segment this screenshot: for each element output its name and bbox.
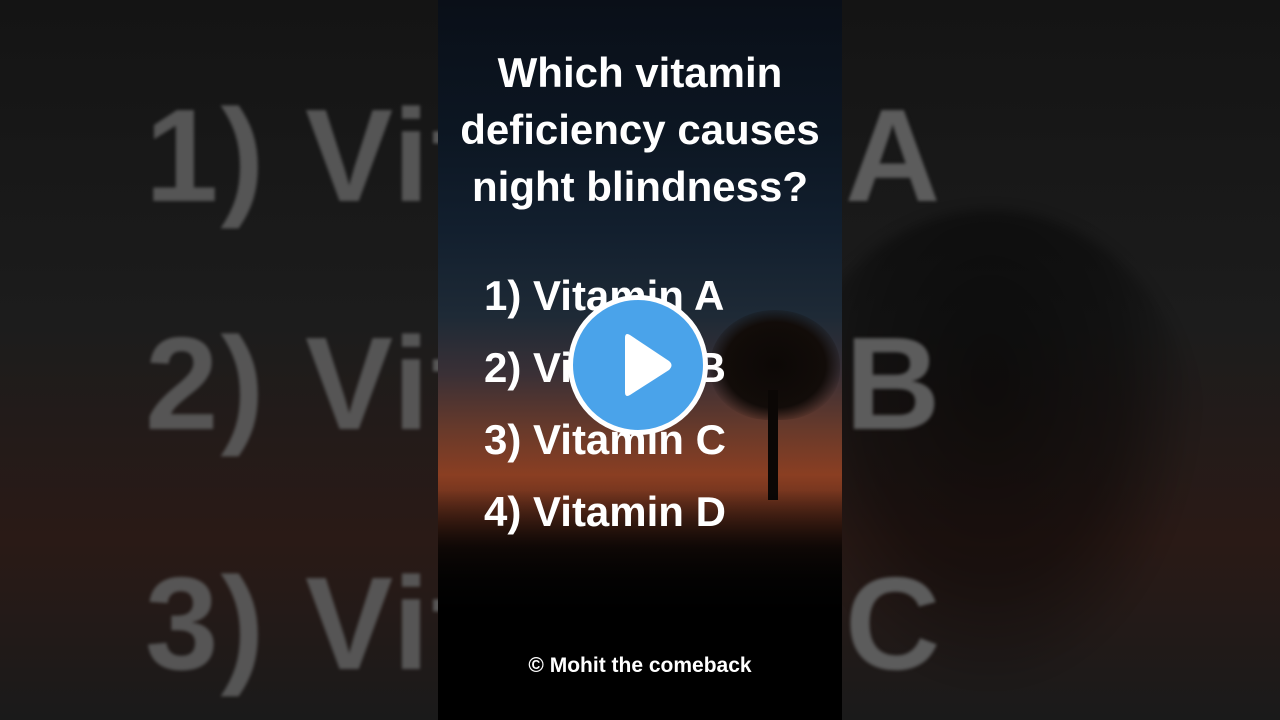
background-tree <box>780 210 1200 690</box>
background-option-3: 3) Vit <box>145 550 478 697</box>
tree-trunk <box>768 390 778 500</box>
video-thumbnail[interactable]: 1) Vit 2) Vit 3) Vit A B C Which vitamin… <box>0 0 1280 720</box>
play-icon <box>625 334 672 396</box>
copyright-text: © Mohit the comeback <box>528 654 752 677</box>
background-letter-b: B <box>845 310 941 457</box>
background-option-1: 1) Vit <box>145 82 478 229</box>
background-letter-c: C <box>845 550 941 697</box>
quiz-question: Which vitamin deficiency causes night bl… <box>460 49 820 210</box>
play-button[interactable] <box>568 295 708 435</box>
background-letter-a: A <box>845 82 941 229</box>
background-option-2: 2) Vit <box>145 310 478 457</box>
option-4: 4) Vitamin D <box>484 488 726 535</box>
